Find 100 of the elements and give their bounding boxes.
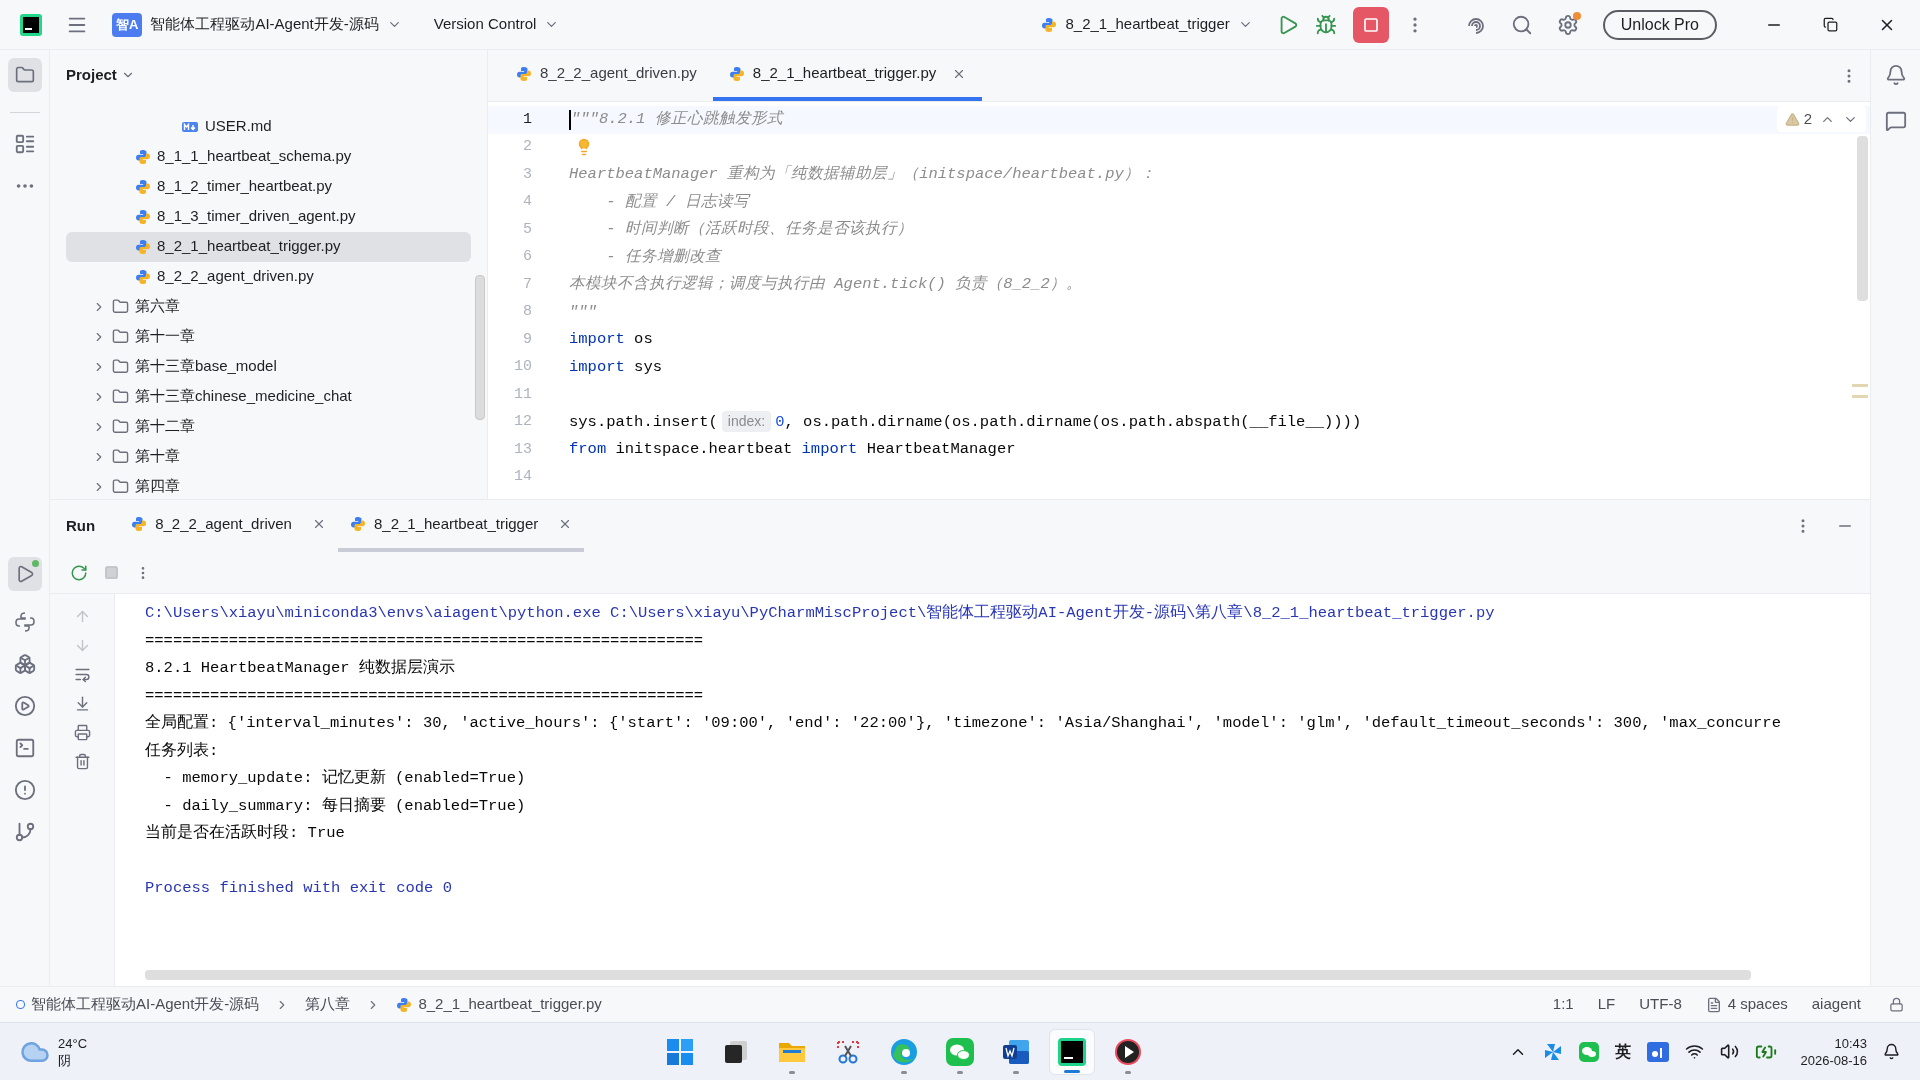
python-file-icon — [135, 268, 151, 285]
tree-item[interactable]: 第十一章 — [66, 321, 471, 352]
console-line: ============================================================ — [145, 630, 705, 652]
python-file-icon — [131, 516, 148, 532]
services-icon[interactable] — [13, 653, 36, 675]
tree-item[interactable]: 第十章 — [66, 441, 471, 472]
rerun-icon[interactable] — [70, 563, 88, 582]
weather-condition: 阴 — [58, 1051, 72, 1069]
tree-item[interactable]: 第六章 — [66, 291, 471, 322]
panel-title[interactable]: Project — [66, 63, 117, 87]
restore-icon[interactable] — [1823, 17, 1838, 32]
python-file-icon — [516, 65, 532, 82]
file-encoding[interactable]: UTF-8 — [1631, 993, 1690, 1016]
print-icon[interactable] — [73, 724, 91, 741]
settings-icon[interactable] — [1556, 13, 1579, 36]
line-ending[interactable]: LF — [1589, 993, 1624, 1016]
tree-item[interactable]: USER.md — [66, 111, 471, 142]
line-number: 7 — [522, 274, 532, 295]
tree-item[interactable]: 8_2_2_agent_driven.py — [66, 261, 471, 292]
editor-tab[interactable]: 8_2_2_agent_driven.py — [500, 50, 713, 101]
search-icon[interactable] — [1510, 13, 1533, 36]
tree-item[interactable]: 第十二章 — [66, 411, 471, 442]
browser-icon — [889, 1036, 920, 1067]
problems-icon[interactable] — [13, 779, 36, 801]
project-selector[interactable]: 智A 智能体工程驱动AI-Agent开发-源码 — [112, 12, 402, 37]
console-line: - memory_update: 记忆更新 (enabled=True) — [162, 767, 527, 789]
python-file-icon — [135, 208, 151, 225]
python-console-icon[interactable] — [13, 611, 36, 633]
tree-item[interactable]: 第十三章base_model — [66, 351, 471, 382]
stop-icon — [1362, 16, 1379, 33]
version-control-menu[interactable]: Version Control — [433, 13, 560, 36]
run-tool-button[interactable] — [7, 557, 42, 591]
line-number: 9 — [522, 329, 532, 350]
line-number: 1 — [522, 109, 532, 130]
indent-setting[interactable]: 4 spaces — [1697, 993, 1796, 1016]
volume-icon[interactable] — [1719, 1042, 1739, 1061]
code-text: from initspace.heartbeat import HeartbeatManager — [569, 439, 1016, 461]
stop-button[interactable] — [1352, 6, 1389, 43]
line-number: 8 — [522, 302, 532, 322]
breadcrumb[interactable]: 智能体工程驱动AI-Agent开发-源码 — [16, 993, 260, 1016]
code-text: """8.2.1 修正心跳触发形式 — [571, 109, 783, 131]
run-configuration-selector[interactable]: 8_2_1_heartbeat_trigger — [1041, 13, 1253, 36]
code-text: import os — [569, 329, 653, 351]
clock-date: 2026-08-16 — [1800, 1051, 1867, 1069]
project-tool-button[interactable] — [7, 58, 42, 92]
console-line: 任务列表: — [145, 740, 220, 762]
terminal-icon[interactable] — [13, 737, 36, 759]
tree-item[interactable]: 8_1_3_timer_driven_agent.py — [66, 201, 471, 232]
windows-start-icon — [666, 1037, 695, 1066]
tree-item[interactable]: 第四章 — [66, 471, 471, 499]
line-number: 5 — [522, 219, 532, 240]
project-name: 智能体工程驱动AI-Agent开发-源码 — [150, 14, 379, 35]
line-number: 12 — [513, 412, 532, 432]
module-icon — [16, 1000, 25, 1009]
console-line: 全局配置: {'interval_minutes': 30, 'active_hours': {'start': '09:00', 'end': '22:00'}, 'timezone': 'Asia/Shanghai', 'model': 'glm', 'default_timeout_seconds': 300, 'max_concurre — [145, 713, 1782, 734]
editor-tab[interactable]: 8_2_1_heartbeat_trigger.py — [712, 50, 983, 101]
cursor-position[interactable]: 1:1 — [1544, 993, 1582, 1016]
python-file-icon — [135, 148, 151, 165]
play-circle-icon[interactable] — [13, 695, 36, 717]
line-number: 11 — [513, 384, 532, 405]
scrollbar-thumb[interactable] — [475, 275, 485, 420]
clock[interactable]: 10:43 2026-08-16 — [1800, 1034, 1867, 1069]
wifi-icon[interactable] — [1684, 1042, 1704, 1061]
python-file-icon — [135, 178, 151, 195]
soft-wrap-icon[interactable] — [73, 666, 91, 683]
warning-count[interactable]: 2 — [1803, 107, 1812, 131]
scrollbar-thumb[interactable] — [1857, 136, 1868, 301]
unlock-pro-button[interactable]: Unlock Pro — [1602, 9, 1717, 40]
line-number: 13 — [513, 439, 532, 460]
tree-item[interactable]: 8_1_1_heartbeat_schema.py — [66, 141, 471, 172]
project-badge: 智A — [112, 12, 143, 37]
chat-app-icon — [945, 1036, 976, 1067]
debug-icon[interactable] — [1314, 13, 1337, 36]
panel-title: Run — [66, 515, 96, 536]
markdown-file-icon — [181, 119, 199, 134]
notifications-icon[interactable] — [1883, 1043, 1900, 1060]
python-file-icon — [349, 516, 366, 532]
input-method-indicator[interactable]: 英 — [1614, 1039, 1631, 1064]
folder-icon — [112, 328, 129, 346]
tree-item[interactable]: 8_1_2_timer_heartbeat.py — [66, 171, 471, 202]
lock-icon[interactable] — [1889, 997, 1904, 1012]
taskbar-app[interactable] — [1049, 1028, 1096, 1075]
run-tab[interactable]: 8_2_2_agent_driven — [119, 500, 338, 552]
interpreter[interactable]: aiagent — [1803, 993, 1869, 1016]
weather-widget[interactable]: 24°C 阴 — [20, 1034, 220, 1069]
pinwheel-icon[interactable] — [1542, 1041, 1563, 1062]
tree-item[interactable]: 第十三章chinese_medicine_chat — [66, 381, 471, 412]
python-file-icon — [396, 996, 413, 1013]
chat-app-icon[interactable] — [1578, 1041, 1599, 1062]
trash-icon[interactable] — [73, 753, 91, 770]
python-file-icon — [728, 65, 745, 82]
code-text: - 配置 / 日志读写 — [605, 191, 749, 213]
breadcrumb[interactable]: 第八章 — [305, 993, 351, 1016]
python-file-icon — [135, 238, 151, 255]
breadcrumb[interactable]: 8_2_1_heartbeat_trigger.py — [396, 993, 602, 1016]
structure-icon[interactable] — [13, 133, 36, 155]
horizontal-scrollbar[interactable] — [145, 970, 1751, 980]
chat-icon[interactable] — [1884, 110, 1907, 132]
tree-item[interactable]: 8_2_1_heartbeat_trigger.py — [66, 231, 471, 262]
git-branch-icon[interactable] — [13, 821, 36, 843]
